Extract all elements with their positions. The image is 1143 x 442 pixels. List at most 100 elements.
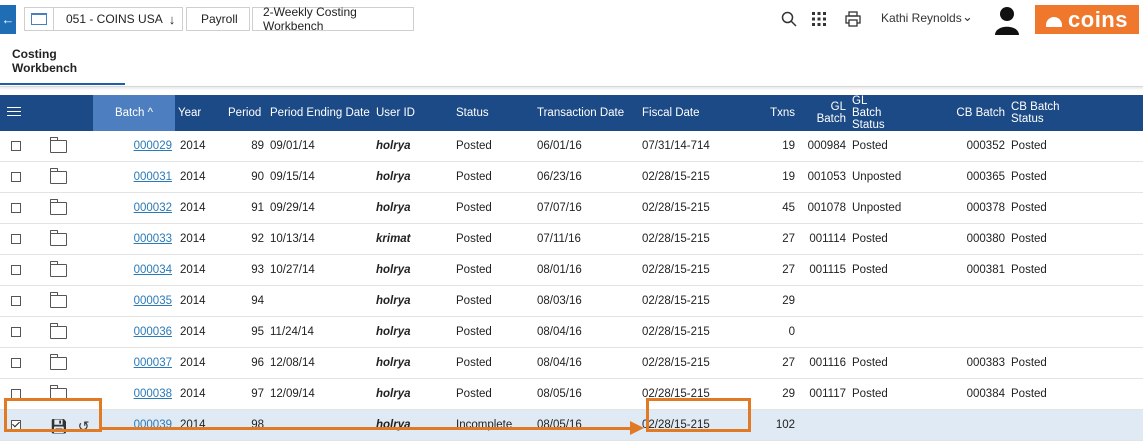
cell-batch[interactable]: 000032 [93,192,175,224]
folder-icon[interactable] [50,230,67,246]
cell-batch[interactable]: 000036 [93,316,175,348]
header-status[interactable]: Status [453,95,534,131]
table-row[interactable]: 000031 2014 90 09/15/14 holrya Posted 06/23/16… [0,161,1143,193]
row-actions [33,192,93,224]
cell-txns: 0 [746,316,798,348]
table-row[interactable]: 000038 2014 97 12/09/14 holrya Posted 08/05/16… [0,378,1143,410]
apps-grid-icon[interactable] [809,9,829,29]
header-txns[interactable]: Txns [746,95,798,131]
table-row[interactable]: 000035 2014 94 holrya Posted 08/03/16 02/28/15… [0,285,1143,317]
table-row[interactable]: 000036 2014 95 11/24/14 holrya Posted 08/04/16… [0,316,1143,348]
cell-fiscal-date: 02/28/15-215 [639,285,746,317]
cell-batch[interactable]: 000035 [93,285,175,317]
row-checkbox[interactable] [11,388,21,399]
print-icon[interactable] [843,9,863,29]
batch-link[interactable]: 000033 [134,233,172,245]
cell-transaction-date: 06/01/16 [534,131,639,162]
header-period-ending-date[interactable]: Period Ending Date [267,95,373,131]
table-row[interactable]: 000034 2014 93 10/27/14 holrya Posted 08/01/16… [0,254,1143,286]
header-gl-batch[interactable]: GL Batch [798,95,849,131]
batch-link[interactable]: 000029 [134,140,172,152]
row-checkbox[interactable] [11,140,21,151]
cell-batch[interactable]: 000038 [93,378,175,410]
folder-icon[interactable] [50,292,67,308]
cell-cb-batch [901,409,1008,441]
row-checkbox[interactable] [11,357,21,368]
row-checkbox[interactable] [11,202,21,213]
header-transaction-date[interactable]: Transaction Date [534,95,639,131]
folder-icon[interactable] [50,168,67,184]
cell-period-ending-date: 12/08/14 [267,347,373,379]
header-year[interactable]: Year [175,95,225,131]
table-row[interactable]: 000037 2014 96 12/08/14 holrya Posted 08/04/16… [0,347,1143,379]
chevron-down-icon[interactable]: ⌄ [962,9,973,25]
cell-batch[interactable]: 000037 [93,347,175,379]
header-fiscal-date[interactable]: Fiscal Date [639,95,746,131]
row-select[interactable] [0,192,33,224]
row-checkbox[interactable] [11,326,21,337]
tab-costing-workbench[interactable]: Costing Workbench [0,39,125,85]
cell-batch[interactable]: 000033 [93,223,175,255]
row-actions [33,161,93,193]
breadcrumb-company[interactable]: 051 - COINS USA ↓ [53,7,183,31]
cell-txns: 45 [746,192,798,224]
header-spacer [1065,95,1143,131]
cell-batch[interactable]: 000029 [93,131,175,162]
cell-period: 90 [225,161,267,193]
row-select[interactable] [0,347,33,379]
cell-gl-batch-status: Unposted [849,192,901,224]
row-checkbox[interactable] [11,295,21,306]
folder-icon[interactable] [50,354,67,370]
breadcrumb-payroll[interactable]: Payroll [186,7,250,31]
cell-batch[interactable]: 000039 [93,409,175,441]
row-select[interactable] [0,161,33,193]
batch-link[interactable]: 000031 [134,171,172,183]
row-select[interactable] [0,223,33,255]
table-row[interactable]: 000032 2014 91 09/29/14 holrya Posted 07/07/16… [0,192,1143,224]
cell-period-ending-date: 09/15/14 [267,161,373,193]
row-select[interactable] [0,316,33,348]
back-button[interactable]: ← [0,5,16,34]
folder-icon[interactable] [50,137,67,153]
row-checkbox[interactable] [11,264,21,275]
cell-transaction-date: 08/03/16 [534,285,639,317]
table-row[interactable]: 💾︎ ↺ 000039 2014 98 holrya Incomplete 08/05/16 0… [0,409,1143,441]
table-row[interactable]: 000029 2014 89 09/01/14 holrya Posted 06/01/16… [0,131,1143,162]
cell-batch[interactable]: 000034 [93,254,175,286]
header-cb-batch[interactable]: CB Batch [901,95,1008,131]
row-select[interactable] [0,254,33,286]
cell-period: 96 [225,347,267,379]
row-actions [33,131,93,162]
avatar-icon[interactable] [994,5,1020,35]
folder-icon[interactable] [50,323,67,339]
batch-link[interactable]: 000032 [134,202,172,214]
header-period[interactable]: Period [225,95,267,131]
batch-link[interactable]: 000037 [134,357,172,369]
batch-link[interactable]: 000036 [134,326,172,338]
cell-cb-batch-status: Posted [1008,161,1065,193]
cell-status: Posted [453,285,534,317]
header-batch[interactable]: Batch ^ [93,95,175,131]
folder-icon[interactable] [50,199,67,215]
row-select[interactable] [0,131,33,162]
row-checkbox[interactable] [11,233,21,244]
cell-batch[interactable]: 000031 [93,161,175,193]
user-name[interactable]: Kathi Reynolds [881,11,962,25]
batch-link[interactable]: 000035 [134,295,172,307]
folder-icon[interactable] [50,261,67,277]
header-cb-batch-status[interactable]: CB Batch Status [1008,95,1065,131]
breadcrumb-home[interactable] [24,7,54,31]
batch-link[interactable]: 000038 [134,388,172,400]
batch-link[interactable]: 000034 [134,264,172,276]
cell-user-id: holrya [373,131,453,162]
table-row[interactable]: 000033 2014 92 10/13/14 krimat Posted 07/11/16… [0,223,1143,255]
column-menu[interactable] [0,95,33,131]
search-icon[interactable] [779,9,799,29]
cell-transaction-date: 08/04/16 [534,316,639,348]
header-gl-batch-status[interactable]: GL Batch Status [849,95,901,131]
row-select[interactable] [0,285,33,317]
header-batch-label: Batch [114,107,145,119]
header-user-id[interactable]: User ID [373,95,453,131]
breadcrumb-workbench[interactable]: 2-Weekly Costing Workbench [252,5,414,33]
row-checkbox[interactable] [11,171,21,182]
